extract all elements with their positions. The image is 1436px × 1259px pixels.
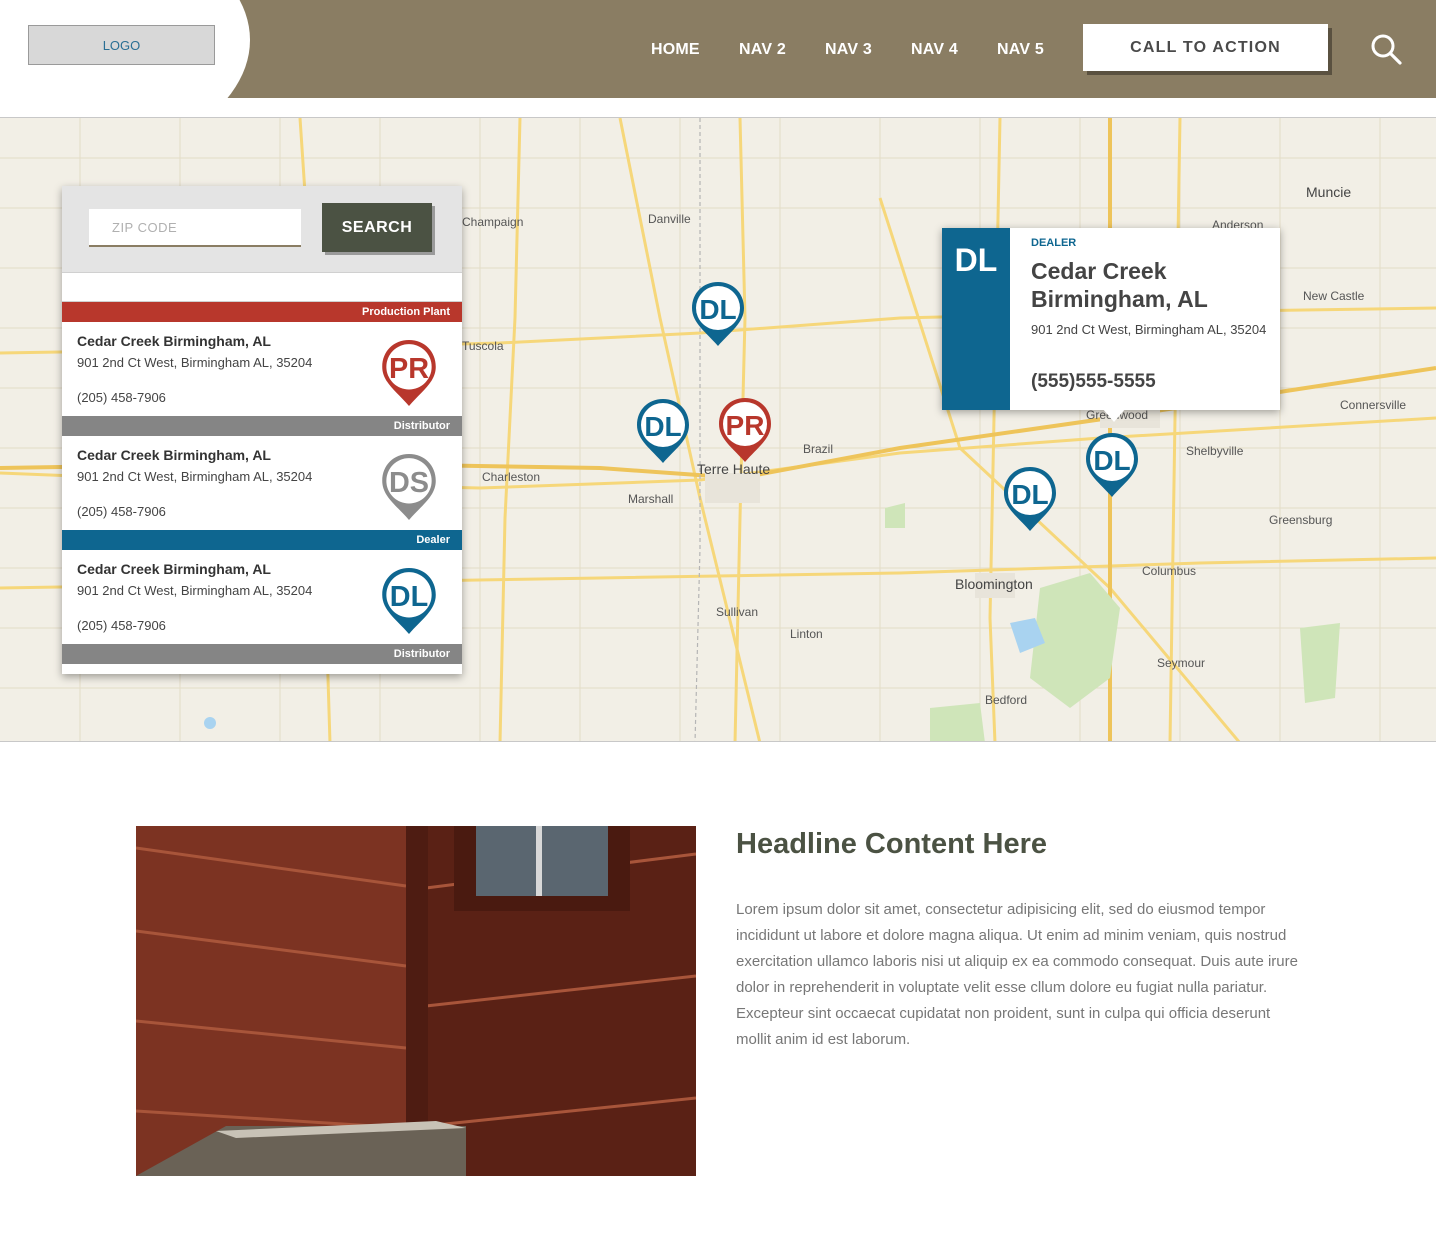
pin-badge-text: DL <box>1011 479 1048 510</box>
pin-badge-text: PR <box>389 353 429 385</box>
pin-badge-text: DS <box>389 467 429 499</box>
locator-panel: SEARCH Production Plant Cedar Creek Birm… <box>62 186 462 674</box>
list-item[interactable]: Cedar Creek Birmingham, AL 901 2nd Ct We… <box>62 550 462 644</box>
city-label: Seymour <box>1157 656 1206 670</box>
search-button[interactable]: SEARCH <box>322 203 432 252</box>
city-label: Connersville <box>1340 398 1407 412</box>
location-name: Cedar Creek Birmingham, AL <box>77 447 271 463</box>
map-pin-dealer[interactable]: DL <box>635 397 691 465</box>
nav-5[interactable]: NAV 5 <box>997 41 1044 59</box>
city-label: Charleston <box>482 470 541 484</box>
results-scroll-top <box>62 272 462 302</box>
map-pin-dealer-selected[interactable]: DL <box>1084 431 1140 499</box>
city-label: Danville <box>648 212 691 226</box>
call-to-action-button[interactable]: CALL TO ACTION <box>1083 24 1328 71</box>
location-name: Cedar Creek Birmingham, AL <box>77 561 271 577</box>
city-label: Marshall <box>628 492 674 506</box>
map-pin-dealer[interactable]: DL <box>1002 465 1058 533</box>
popup-phone[interactable]: (555)555-5555 <box>1031 371 1156 393</box>
nav-3[interactable]: NAV 3 <box>825 41 872 59</box>
pin-badge-text: DL <box>1093 445 1130 476</box>
headline: Headline Content Here <box>736 828 1047 860</box>
location-phone[interactable]: (205) 458-7906 <box>77 504 166 519</box>
dealer-pin-icon: DL <box>382 568 436 634</box>
location-popup[interactable]: DL DEALER Cedar Creek Birmingham, AL 901… <box>942 228 1280 422</box>
pin-badge-text: PR <box>726 410 765 441</box>
location-name: Cedar Creek Birmingham, AL <box>77 333 271 349</box>
siding-photo <box>136 826 696 1176</box>
body-text: Lorem ipsum dolor sit amet, consectetur … <box>736 901 1298 1048</box>
city-label: Tuscola <box>462 339 504 353</box>
logo[interactable]: LOGO <box>28 25 215 65</box>
location-address: 901 2nd Ct West, Birmingham AL, 35204 <box>77 355 313 370</box>
city-label: Bedford <box>985 693 1028 707</box>
popup-type: DEALER <box>1031 237 1077 249</box>
pin-badge-text: DL <box>390 581 428 613</box>
location-phone[interactable]: (205) 458-7906 <box>77 618 166 633</box>
popup-address: 901 2nd Ct West, Birmingham AL, 35204 <box>1031 322 1267 337</box>
city-label: Linton <box>790 627 823 641</box>
location-phone[interactable]: (205) 458-7906 <box>77 390 166 405</box>
city-label: New Castle <box>1303 289 1365 303</box>
city-label: Shelbyville <box>1186 444 1244 458</box>
popup-tail <box>1102 408 1126 422</box>
popup-name: Cedar Creek Birmingham, AL <box>1031 258 1208 312</box>
list-item[interactable]: Cedar Creek Birmingham, AL 901 2nd Ct We… <box>62 436 462 530</box>
city-label: Muncie <box>1306 184 1352 200</box>
city-label: Brazil <box>803 442 834 456</box>
city-label: Champaign <box>462 215 524 229</box>
zip-code-input[interactable] <box>89 209 301 247</box>
site-header: LOGO HOME NAV 2 NAV 3 NAV 4 NAV 5 CALL T… <box>0 0 1436 98</box>
pin-badge-text: DL <box>644 411 681 442</box>
map-pin-dealer[interactable]: DL <box>690 280 746 348</box>
category-distributor: Distributor <box>62 416 462 436</box>
distributor-pin-icon: DS <box>382 454 436 520</box>
map-pin-production[interactable]: PR <box>717 396 773 464</box>
category-dealer: Dealer <box>62 530 462 550</box>
category-production-plant: Production Plant <box>62 302 462 322</box>
category-distributor: Distributor <box>62 644 462 664</box>
list-item[interactable]: Cedar Creek Birmingham, AL 901 2nd Ct We… <box>62 322 462 416</box>
city-label: Columbus <box>1142 564 1197 578</box>
location-address: 901 2nd Ct West, Birmingham AL, 35204 <box>77 469 313 484</box>
city-label: Greensburg <box>1269 513 1333 527</box>
production-pin-icon: PR <box>382 340 436 406</box>
nav-home[interactable]: HOME <box>651 41 700 59</box>
nav-4[interactable]: NAV 4 <box>911 41 958 59</box>
location-address: 901 2nd Ct West, Birmingham AL, 35204 <box>77 583 313 598</box>
nav-2[interactable]: NAV 2 <box>739 41 786 59</box>
city-label: Sullivan <box>716 605 759 619</box>
search-icon[interactable] <box>1370 33 1402 65</box>
pin-badge-text: DL <box>699 294 736 325</box>
popup-badge: DL <box>942 228 1010 410</box>
search-bar: SEARCH <box>62 186 462 272</box>
city-label: Bloomington <box>955 576 1033 592</box>
